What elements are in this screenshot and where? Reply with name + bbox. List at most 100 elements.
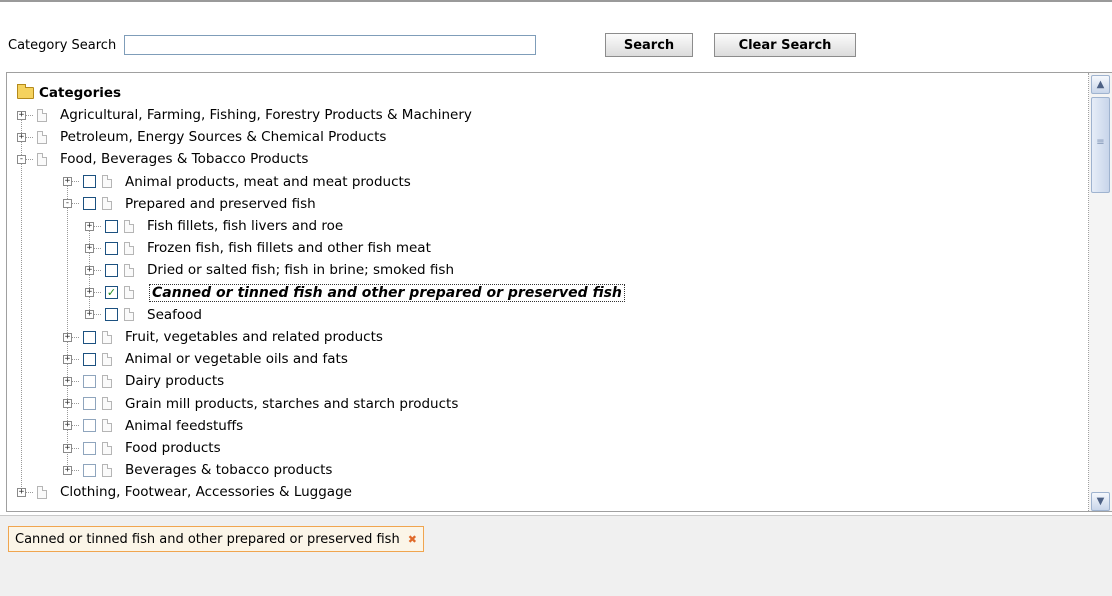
expand-icon[interactable]: + <box>63 443 72 453</box>
tree-item-label[interactable]: Frozen fish, fish fillets and other fish… <box>147 240 431 256</box>
checkbox-icon[interactable] <box>105 241 118 255</box>
tree-item[interactable]: + Agricultural, Farming, Fishing, Forestr… <box>17 104 472 126</box>
tree-connector <box>94 314 101 316</box>
tree-connector <box>72 380 79 382</box>
tree-item-label[interactable]: Prepared and preserved fish <box>125 196 316 212</box>
tree-item-label[interactable]: Animal feedstuffs <box>125 418 243 434</box>
tree-scrollbar[interactable]: ▲ ≡ ▼ <box>1089 73 1112 511</box>
tree-item[interactable]: + Clothing, Footwear, Accessories & Lugga… <box>17 481 352 503</box>
scroll-up-icon[interactable]: ▲ <box>1091 75 1110 94</box>
collapse-icon[interactable]: - <box>17 154 26 164</box>
selected-category-tag: Canned or tinned fish and other prepared… <box>8 526 424 552</box>
checkbox-icon[interactable] <box>83 175 96 189</box>
scroll-thumb[interactable]: ≡ <box>1091 97 1110 193</box>
tree-item[interactable]: + Petroleum, Energy Sources & Chemical Pr… <box>17 126 386 148</box>
document-icon <box>124 219 134 233</box>
expand-icon[interactable]: + <box>85 221 94 231</box>
tree-item-label[interactable]: Seafood <box>147 307 202 323</box>
tree-item[interactable]: + Beverages & tobacco products <box>63 459 332 481</box>
tree-connector <box>72 181 79 183</box>
tree-item-label[interactable]: Fruit, vegetables and related products <box>125 329 383 345</box>
expand-icon[interactable]: + <box>63 399 72 409</box>
checkbox-icon[interactable] <box>105 263 118 277</box>
expand-icon[interactable]: + <box>17 110 26 120</box>
expand-icon[interactable]: + <box>63 354 72 364</box>
document-icon <box>37 485 47 499</box>
tree-item[interactable]: + Frozen fish, fish fillets and other fis… <box>85 237 431 259</box>
checkbox-icon[interactable] <box>83 352 96 366</box>
tree-item-label[interactable]: Canned or tinned fish and other prepared… <box>149 283 625 302</box>
tree-root[interactable]: Categories <box>17 82 121 104</box>
checkbox-icon[interactable] <box>83 397 96 411</box>
tree-connector <box>94 292 101 294</box>
expand-icon[interactable]: + <box>63 465 72 475</box>
category-tree-panel: Categories + Agricultural, Farming, Fishi… <box>6 72 1112 512</box>
expand-icon[interactable]: + <box>63 421 72 431</box>
category-search-input[interactable] <box>124 35 537 55</box>
expand-icon[interactable]: + <box>63 332 72 342</box>
collapse-icon[interactable]: - <box>63 199 72 209</box>
expand-icon[interactable]: + <box>85 310 94 320</box>
tree-item-label[interactable]: Food products <box>125 440 221 456</box>
tree-item-label[interactable]: Beverages & tobacco products <box>125 462 332 478</box>
expand-icon[interactable]: + <box>17 487 26 497</box>
checkbox-icon[interactable] <box>83 197 96 211</box>
tree-connector <box>26 114 33 116</box>
document-icon <box>102 175 112 189</box>
tree-connector <box>26 491 33 493</box>
tree-item-label[interactable]: Dairy products <box>125 373 224 389</box>
checkbox-icon[interactable] <box>83 441 96 455</box>
tree-item-label[interactable]: Agricultural, Farming, Fishing, Forestry… <box>60 107 472 123</box>
tree-item[interactable]: + Dairy products <box>63 370 224 392</box>
clear-search-button[interactable]: Clear Search <box>714 33 856 57</box>
tree-connector <box>72 469 79 471</box>
checkbox-icon[interactable] <box>105 308 118 322</box>
tree-item[interactable]: + Fruit, vegetables and related products <box>63 326 383 348</box>
close-icon[interactable]: ✖ <box>408 533 417 546</box>
search-button[interactable]: Search <box>605 33 693 57</box>
tree-item[interactable]: + Dried or salted fish; fish in brine; sm… <box>85 259 454 281</box>
document-icon <box>102 463 112 477</box>
expand-icon[interactable]: + <box>17 132 26 142</box>
tree-item[interactable]: + Fish fillets, fish livers and roe <box>85 215 343 237</box>
document-icon <box>37 152 47 166</box>
tree-item-label[interactable]: Petroleum, Energy Sources & Chemical Pro… <box>60 129 386 145</box>
checkbox-icon[interactable] <box>105 219 118 233</box>
expand-icon[interactable]: + <box>85 288 94 298</box>
tree-connector <box>72 425 79 427</box>
tree-item[interactable]: + Food products <box>63 437 221 459</box>
tree-item-label[interactable]: Fish fillets, fish livers and roe <box>147 218 343 234</box>
selected-category-label: Canned or tinned fish and other prepared… <box>15 531 400 547</box>
checkbox-icon[interactable] <box>83 374 96 388</box>
tree-item[interactable]: + Seafood <box>85 304 202 326</box>
tree-connector <box>26 158 33 160</box>
checkbox-icon[interactable] <box>83 330 96 344</box>
top-divider <box>0 0 1112 2</box>
tree-connector <box>94 269 101 271</box>
tree-item-label[interactable]: Animal products, meat and meat products <box>125 174 411 190</box>
checkbox-icon[interactable] <box>83 463 96 477</box>
expand-icon[interactable]: + <box>63 376 72 386</box>
checkbox-icon[interactable] <box>83 419 96 433</box>
tree-connector <box>94 247 101 249</box>
tree-connector <box>72 447 79 449</box>
tree-item[interactable]: - Food, Beverages & Tobacco Products <box>17 148 308 170</box>
tree-item[interactable]: + Animal or vegetable oils and fats <box>63 348 348 370</box>
tree-item[interactable]: + ✓ Canned or tinned fish and other prepar… <box>85 282 625 304</box>
tree-item[interactable]: + Animal feedstuffs <box>63 415 243 437</box>
tree-item-label[interactable]: Animal or vegetable oils and fats <box>125 351 348 367</box>
expand-icon[interactable]: + <box>63 177 72 187</box>
scroll-down-icon[interactable]: ▼ <box>1091 492 1110 511</box>
category-search-label: Category Search <box>8 37 117 53</box>
tree-item[interactable]: + Animal products, meat and meat products <box>63 171 411 193</box>
expand-icon[interactable]: + <box>85 243 94 253</box>
tree-item[interactable]: + Grain mill products, starches and starc… <box>63 393 458 415</box>
tree-item-label[interactable]: Food, Beverages & Tobacco Products <box>60 151 308 167</box>
tree-item-label[interactable]: Dried or salted fish; fish in brine; smo… <box>147 262 454 278</box>
tree-item-label[interactable]: Grain mill products, starches and starch… <box>125 396 458 412</box>
tree-item-label[interactable]: Clothing, Footwear, Accessories & Luggag… <box>60 484 352 500</box>
tree-item[interactable]: - Prepared and preserved fish <box>63 193 316 215</box>
expand-icon[interactable]: + <box>85 265 94 275</box>
checkbox-checked-icon[interactable]: ✓ <box>105 286 118 300</box>
folder-open-icon <box>17 84 34 99</box>
